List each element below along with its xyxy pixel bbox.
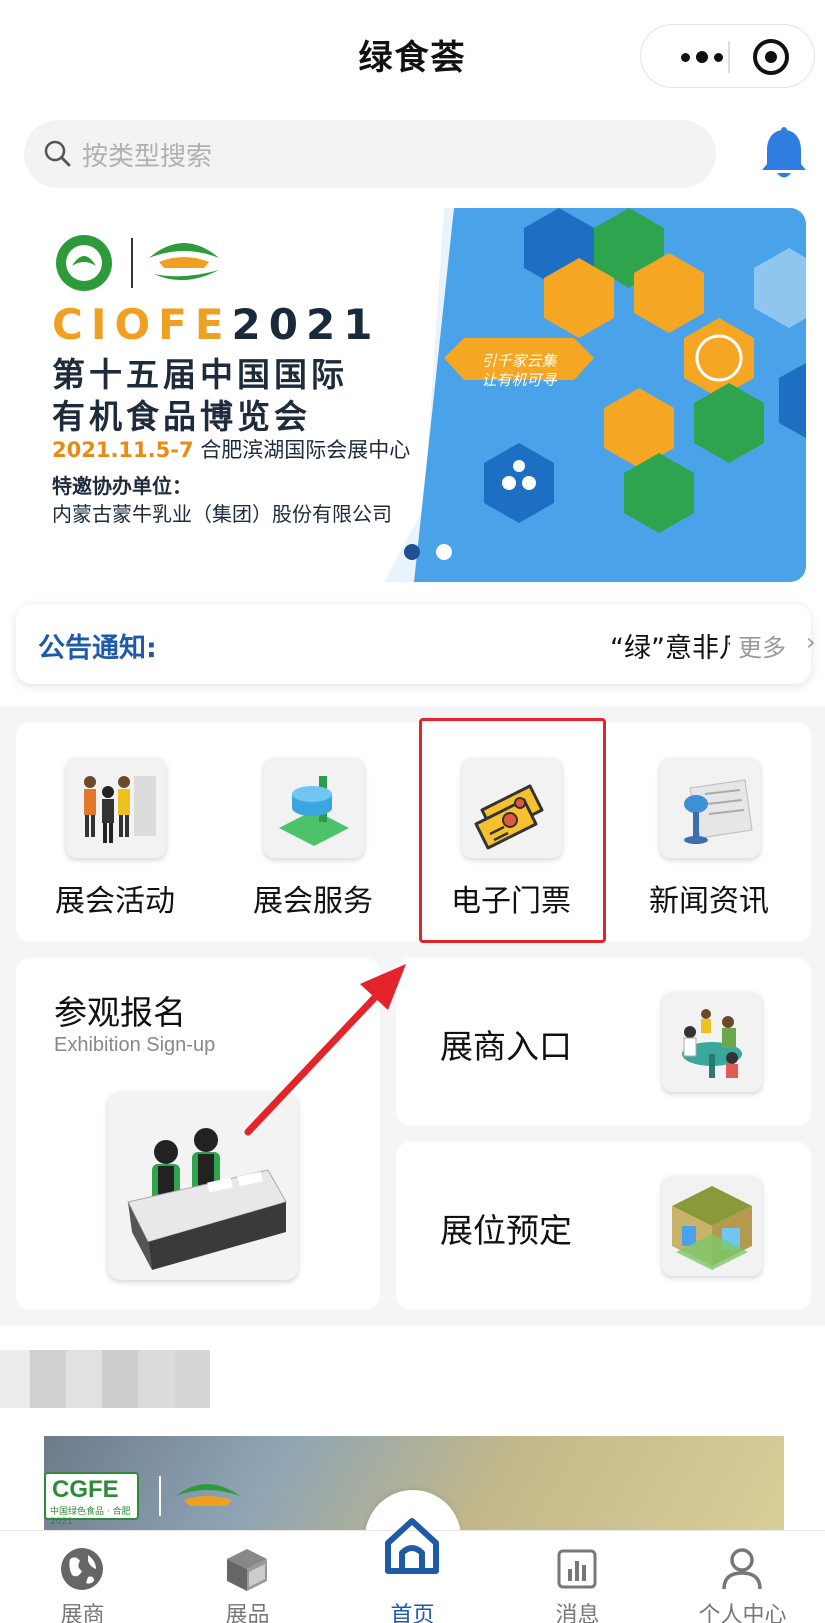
search-input[interactable]: 按类型搜索 (24, 120, 716, 188)
tab-products[interactable]: 展品 (165, 1531, 330, 1623)
grid-label: 展会服务 (253, 884, 373, 919)
search-placeholder: 按类型搜索 (82, 142, 213, 172)
meeting-table-illustration (662, 992, 762, 1092)
grid-label: 新闻资讯 (649, 884, 769, 919)
tab-label: 首页 (390, 1603, 435, 1623)
tab-profile[interactable]: 个人中心 (660, 1531, 825, 1623)
notification-bell-icon[interactable] (758, 126, 810, 182)
globe-icon (61, 1548, 103, 1590)
capsule-divider (728, 41, 730, 73)
booth-title: 展位预定 (440, 1211, 572, 1250)
highlight-annotation-box (419, 718, 606, 943)
exhibitor-entry-card[interactable]: 展商入口 (396, 958, 811, 1126)
banner-title-line1: 第十五届中国国际 (52, 355, 348, 394)
registration-desk-illustration (108, 1092, 298, 1280)
home-icon (385, 1518, 439, 1574)
tab-label: 展商 (60, 1603, 105, 1623)
chart-icon (557, 1549, 597, 1589)
carousel-dot (436, 544, 452, 560)
cgfe-logo: CGFE 中国绿色食品 · 合肥2021 (44, 1472, 139, 1527)
banner-date-venue: 2021.11.5-7 合肥滨湖国际会展中心 (52, 438, 411, 462)
grid-item-events[interactable]: 展会活动 (16, 722, 214, 942)
search-icon (44, 140, 71, 167)
tab-label: 个人中心 (698, 1603, 787, 1623)
notice-text: “绿”意非凡 (610, 633, 730, 664)
grid-item-news[interactable]: 新闻资讯 (610, 722, 808, 942)
tab-label: 消息 (555, 1603, 600, 1623)
close-program-icon[interactable] (753, 39, 789, 75)
banner-title-line2: 有机食品博览会 (52, 397, 311, 436)
banner-badge-line2: 让有机可寻 (481, 371, 557, 389)
notice-more-link[interactable]: 更多 (738, 628, 786, 663)
tab-exhibitors[interactable]: 展商 (0, 1531, 165, 1623)
feature-grid: 展会活动 展会服务 电子门票 新闻资讯 (16, 722, 811, 942)
blurred-section-title (30, 1350, 210, 1408)
carousel-indicator (404, 544, 452, 560)
user-icon (722, 1548, 762, 1590)
mini-program-capsule (640, 24, 815, 88)
visitor-signup-card[interactable]: 参观报名 Exhibition Sign-up (16, 958, 380, 1310)
tab-home[interactable]: 首页 (330, 1518, 495, 1623)
blurred-section-edge (0, 1350, 32, 1408)
partner-logo-icon (159, 1476, 240, 1516)
booth-service-icon (264, 758, 364, 858)
newspaper-icon (660, 758, 760, 858)
tab-messages[interactable]: 消息 (495, 1531, 660, 1623)
people-event-icon (66, 758, 166, 858)
grid-label: 展会活动 (55, 884, 175, 919)
banner-cohost-label: 特邀协办单位： (52, 474, 192, 498)
signup-title: 参观报名 (54, 993, 186, 1032)
banner-brand: CIOFE2021 (52, 300, 381, 349)
hexagon-art-illustration: 引千家云集 让有机可寻 (384, 208, 806, 582)
carousel-dot (404, 544, 420, 560)
tab-label: 展品 (225, 1603, 270, 1623)
notice-label: 公告通知: (38, 633, 157, 664)
exhibition-booth-illustration (662, 1176, 762, 1276)
exhibitor-title: 展商入口 (440, 1027, 572, 1066)
signup-subtitle: Exhibition Sign-up (54, 1034, 216, 1056)
event-banner[interactable]: CIOFE2021 第十五届中国国际 有机食品博览会 2021.11.5-7 合… (24, 208, 806, 582)
booth-reservation-card[interactable]: 展位预定 (396, 1142, 811, 1310)
notice-bar[interactable]: 公告通知: “绿”意非凡 更多 › (16, 604, 816, 684)
bottom-tab-bar: 展商 展品 首页 消息 个人中心 (0, 1518, 825, 1623)
chevron-right-icon: › (806, 628, 816, 656)
nav-bar: 绿食荟 (0, 0, 825, 112)
banner-badge-line1: 引千家云集 (481, 352, 558, 370)
banner-cohost-name: 内蒙古蒙牛乳业（集团）股份有限公司 (52, 502, 392, 526)
box-icon (227, 1549, 267, 1591)
grid-item-services[interactable]: 展会服务 (214, 722, 412, 942)
more-menu-icon[interactable] (667, 41, 737, 73)
organizer-logos (56, 235, 219, 291)
